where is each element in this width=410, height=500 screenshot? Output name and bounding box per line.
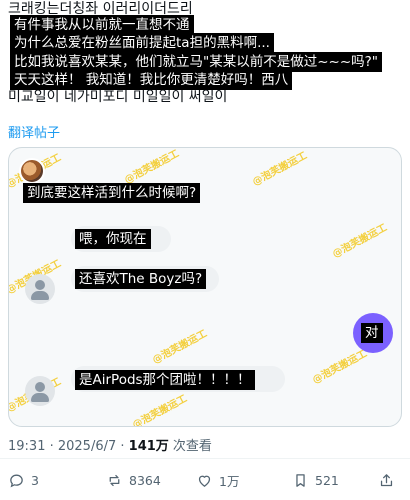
post-text-original-bottom: 미교일이 네가미포디 미일일이 써일이 [8,89,228,105]
watermark: @泡芙搬运工 [122,148,182,187]
chat-message: 是AirPods那个团啦！！！！ [75,370,255,390]
chat-message: 喂，你现在 [75,229,151,249]
bookmark-count: 521 [315,472,339,488]
chat-message: 到底要这样活到什么时候啊? [23,183,201,203]
caption-line-3: 比如我说喜欢某某，他们就立马"某某以前不是做过~~~吗?" [10,52,383,72]
post-meta: 19:31 · 2025/6/7 · 141万 次查看 [8,435,212,454]
share-icon [380,473,393,486]
user-avatar-placeholder [25,376,55,406]
heart-icon [198,475,211,487]
post-timestamp[interactable]: 19:31 · 2025/6/7 · [8,439,129,454]
watermark: @泡芙搬运工 [150,328,210,367]
divider [0,458,410,459]
sender-avatar [19,158,45,184]
like-count: 1万 [219,473,240,489]
caption-line-1: 有件事我从以前就一直想不通 [10,15,194,35]
like-button[interactable]: 1万 [196,470,239,490]
repost-count: 8364 [129,472,161,488]
reply-icon [10,474,23,487]
share-button[interactable] [378,470,395,490]
watermark: @泡芙搬运工 [330,222,390,261]
reply-count: 3 [31,472,39,488]
watermark: @泡芙搬运工 [130,393,190,427]
caption-line-2: 为什么总爱在粉丝面前提起ta担的黑料啊... [10,33,274,53]
reply-button[interactable]: 3 [8,470,39,490]
watermark: @泡芙搬运工 [250,150,310,189]
post-image-card[interactable]: @泡芙搬运工 @泡芙搬运工 @泡芙搬运工 @泡芙搬运工 @泡芙搬运工 @泡芙搬运… [8,147,402,427]
user-avatar-placeholder [25,274,55,304]
repost-button[interactable]: 8364 [106,470,161,490]
translate-post-link[interactable]: 翻译帖子 [8,122,60,141]
bookmark-button[interactable]: 521 [292,470,339,490]
bookmark-icon [296,473,305,487]
watermark: @泡芙搬运工 [310,348,370,387]
chat-message: 还喜欢The Boyz吗? [75,269,207,289]
caption-line-4: 天天这样！ 我知道！我比你更清楚好吗！西八 [10,70,293,90]
view-label: 次查看 [168,439,212,454]
chat-message: 对 [361,323,383,343]
view-count: 141万 [128,439,169,454]
repost-icon [109,474,120,486]
